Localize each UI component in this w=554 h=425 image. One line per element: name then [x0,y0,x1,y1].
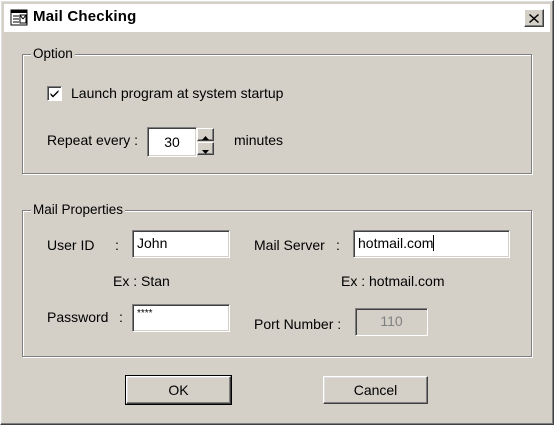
mail-document-icon [10,9,28,26]
ok-button[interactable]: OK [125,375,232,405]
cancel-button-label: Cancel [353,382,398,398]
option-groupbox: Option [22,46,532,174]
user-id-value: John [137,235,168,251]
close-button[interactable] [524,9,544,27]
password-label: Password [47,309,109,325]
mail-server-input[interactable]: hotmail.com [353,230,510,258]
mail-checking-dialog: Mail Checking Option Launch program at s… [0,0,554,425]
port-number-label: Port Number : [254,316,342,332]
port-number-input[interactable]: 110 [355,308,428,336]
option-group-label: Option [31,46,75,62]
launch-at-startup-checkbox[interactable] [47,86,62,101]
repeat-unit-label: minutes [234,132,284,148]
repeat-interval-spin-down[interactable] [197,142,214,155]
repeat-every-label: Repeat every : [47,132,139,148]
password-value: **** [137,308,153,319]
repeat-interval-input[interactable]: 30 [147,127,197,157]
launch-at-startup-label[interactable]: Launch program at system startup [71,85,283,101]
close-icon [529,10,539,26]
user-id-example: Ex : Stan [113,273,170,289]
password-colon: : [119,309,123,325]
mail-server-value: hotmail.com [358,235,434,251]
mail-properties-group-label: Mail Properties [31,202,126,218]
cancel-button[interactable]: Cancel [323,376,428,404]
user-id-colon: : [115,237,119,253]
ok-button-label: OK [168,382,189,398]
title-bar[interactable]: Mail Checking [4,4,550,32]
repeat-interval-value: 30 [164,134,180,150]
repeat-interval-spin-up[interactable] [197,128,214,141]
spin-down-arrow-icon [202,141,209,157]
mail-server-colon: : [336,237,340,253]
text-caret [433,235,435,251]
user-id-label: User ID [47,237,95,253]
mail-server-example: Ex : hotmail.com [341,273,445,289]
password-input[interactable]: **** [132,304,230,332]
port-number-value: 110 [380,313,403,329]
window-title: Mail Checking [33,8,137,25]
mail-server-label: Mail Server [254,237,325,253]
user-id-input[interactable]: John [132,230,230,258]
